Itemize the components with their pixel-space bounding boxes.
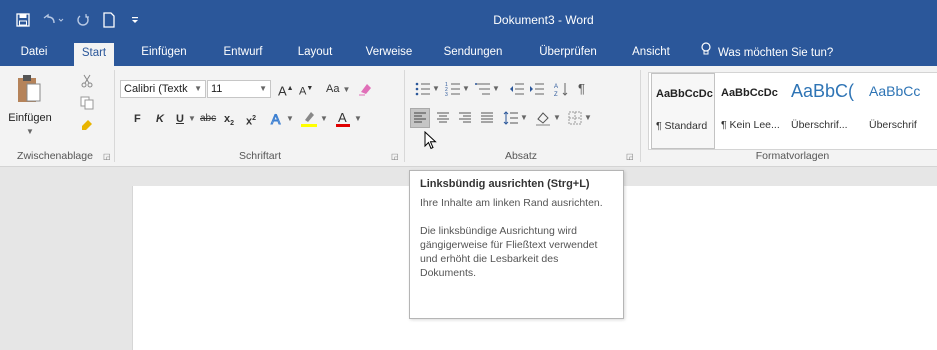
tab-verweise[interactable]: Verweise <box>364 40 414 66</box>
copy-icon[interactable] <box>78 94 96 112</box>
separator <box>114 70 115 162</box>
separator <box>640 70 641 162</box>
font-size-value: 11 <box>211 83 223 95</box>
font-group-label: Schriftart <box>238 150 281 162</box>
tab-sendungen[interactable]: Sendungen <box>440 40 506 66</box>
chevron-down-icon: ▼ <box>194 84 202 93</box>
window-title: Dokument3 - Word <box>493 13 594 27</box>
chevron-down-icon: ▼ <box>26 127 34 136</box>
tell-me-box[interactable]: Was möchten Sie tun? <box>700 40 833 66</box>
paragraph-dialog-launcher-icon[interactable]: ◲ <box>626 152 636 162</box>
line-spacing-icon[interactable] <box>502 109 520 127</box>
lightbulb-icon <box>700 41 712 65</box>
svg-text:A: A <box>338 110 347 125</box>
paste-button[interactable]: Einfügen ▼ <box>8 70 58 142</box>
paragraph-group-label: Absatz <box>504 150 538 162</box>
tab-start[interactable]: Start <box>74 43 114 66</box>
chevron-down-icon[interactable]: ▼ <box>584 109 592 127</box>
ribbon-tabs: Datei Start Einfügen Entwurf Layout Verw… <box>0 40 937 66</box>
cut-icon[interactable] <box>78 72 96 90</box>
multilevel-list-icon[interactable] <box>474 80 492 98</box>
align-right-button[interactable] <box>456 109 474 127</box>
style-name: Überschrif <box>869 119 917 131</box>
tab-ueberpruefen[interactable]: Überprüfen <box>532 40 604 66</box>
font-name-select[interactable]: Calibri (Textk ▼ <box>120 80 206 98</box>
style-preview: AaBbCcDc <box>656 88 713 100</box>
chevron-down-icon: ▼ <box>259 84 267 93</box>
format-painter-icon[interactable] <box>78 116 96 134</box>
align-center-button[interactable] <box>434 109 452 127</box>
style-name: ¶ Standard <box>656 120 708 132</box>
decrease-indent-icon[interactable] <box>508 80 526 98</box>
tab-einfuegen[interactable]: Einfügen <box>136 40 192 66</box>
tab-layout[interactable]: Layout <box>292 40 338 66</box>
tell-me-text: Was möchten Sie tun? <box>718 47 834 59</box>
text-effects-icon[interactable]: A <box>268 110 286 128</box>
svg-text:A: A <box>554 84 558 90</box>
style-ueberschrift-1[interactable]: AaBbC( Überschrif... <box>787 73 863 149</box>
font-name-value: Calibri (Textk <box>124 83 188 95</box>
increase-indent-icon[interactable] <box>528 80 546 98</box>
mouse-cursor-icon <box>424 130 438 154</box>
italic-button[interactable]: K <box>156 110 164 128</box>
tooltip-details: Die linksbündige Ausrichtung wird gängig… <box>420 225 598 279</box>
shading-icon[interactable] <box>534 109 552 127</box>
numbering-icon[interactable]: 123 <box>444 80 462 98</box>
styles-group-label: Formatvorlagen <box>755 150 830 162</box>
chevron-down-icon[interactable]: ▼ <box>354 110 362 128</box>
tab-datei[interactable]: Datei <box>14 40 54 66</box>
justify-button[interactable] <box>478 109 496 127</box>
strikethrough-button[interactable]: abc <box>200 110 216 128</box>
style-name: ¶ Kein Lee... <box>721 119 780 131</box>
bullets-icon[interactable] <box>414 80 432 98</box>
chevron-down-icon[interactable]: ▼ <box>286 110 294 128</box>
style-ueberschrift-2[interactable]: AaBbCc Überschrif <box>865 73 937 149</box>
align-left-button[interactable] <box>410 108 430 128</box>
clipboard-icon <box>16 74 42 107</box>
font-dialog-launcher-icon[interactable]: ◲ <box>391 152 401 162</box>
highlight-icon[interactable] <box>300 110 318 128</box>
font-size-select[interactable]: 11 ▼ <box>207 80 271 98</box>
grow-font-button[interactable]: A▲ <box>278 80 294 98</box>
style-preview: AaBbCcDc <box>721 87 778 99</box>
tooltip-title: Linksbündig ausrichten (Strg+L) <box>420 178 590 190</box>
superscript-button[interactable]: x2 <box>246 110 256 128</box>
chevron-down-icon[interactable]: ▼ <box>520 109 528 127</box>
clipboard-group-label: Zwischenablage <box>17 150 93 162</box>
separator <box>404 70 405 162</box>
clear-formatting-icon[interactable] <box>356 80 374 98</box>
bold-button[interactable]: F <box>134 110 141 128</box>
change-case-button[interactable]: Aa ▼ <box>326 80 350 98</box>
tab-entwurf[interactable]: Entwurf <box>218 40 268 66</box>
style-name: Überschrif... <box>791 119 848 131</box>
ribbon: Einfügen ▼ Zwischenablage ◲ Calibri (Tex… <box>0 66 937 167</box>
underline-button[interactable]: U <box>176 110 184 128</box>
align-left-tooltip: Linksbündig ausrichten (Strg+L) Ihre Inh… <box>409 170 624 319</box>
chevron-down-icon[interactable]: ▼ <box>462 80 470 98</box>
svg-text:Z: Z <box>554 92 558 97</box>
tab-ansicht[interactable]: Ansicht <box>626 40 676 66</box>
shrink-font-button[interactable]: A▼ <box>299 80 313 98</box>
style-kein-leerraum[interactable]: AaBbCcDc ¶ Kein Lee... <box>717 73 785 149</box>
subscript-button[interactable]: x2 <box>224 110 234 128</box>
style-preview: AaBbC( <box>791 81 855 101</box>
clipboard-dialog-launcher-icon[interactable]: ◲ <box>103 152 113 162</box>
style-standard[interactable]: AaBbCcDc ¶ Standard <box>651 73 715 149</box>
svg-text:3: 3 <box>445 92 448 96</box>
font-color-icon[interactable]: A <box>334 110 352 128</box>
borders-icon[interactable] <box>566 109 584 127</box>
svg-text:A: A <box>271 111 281 127</box>
paste-label: Einfügen <box>8 112 52 124</box>
sort-icon[interactable]: AZ <box>552 80 570 98</box>
style-preview: AaBbCc <box>869 83 921 99</box>
chevron-down-icon[interactable]: ▼ <box>432 80 440 98</box>
chevron-down-icon[interactable]: ▼ <box>492 80 500 98</box>
tooltip-description: Ihre Inhalte am linken Rand ausrichten. <box>420 197 603 209</box>
show-formatting-button[interactable]: ¶ <box>578 80 585 98</box>
chevron-down-icon[interactable]: ▼ <box>553 109 561 127</box>
chevron-down-icon[interactable]: ▼ <box>188 110 196 128</box>
styles-gallery: AaBbCcDc ¶ Standard AaBbCcDc ¶ Kein Lee.… <box>648 72 937 150</box>
chevron-down-icon[interactable]: ▼ <box>320 110 328 128</box>
